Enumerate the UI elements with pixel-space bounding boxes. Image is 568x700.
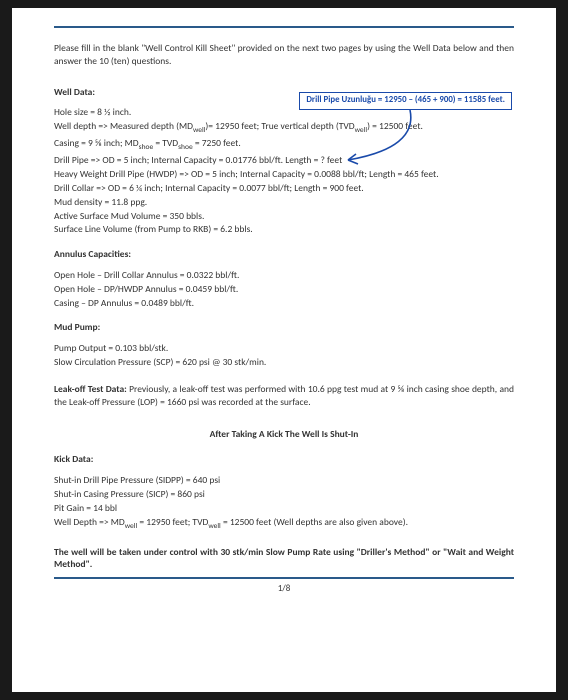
pump-heading: Mud Pump: — [54, 321, 514, 334]
page-number: 1/8 — [54, 583, 514, 595]
callout-box: Drill Pipe Uzunluğu = 12950 – (465 + 900… — [299, 92, 512, 110]
text: Well depth => Measured depth (MD — [54, 120, 193, 132]
text: = TVD — [153, 137, 178, 149]
mud-density: Mud density = 11.8 ppg. — [54, 196, 514, 209]
sub: well — [193, 126, 205, 135]
surface-line: Surface Line Volume (from Pump to RKB) =… — [54, 223, 514, 236]
leakoff-data: Leak-off Test Data: Previously, a leak-o… — [54, 383, 514, 409]
sub: shoe — [139, 143, 154, 152]
text: = 12950 feet; TVD — [137, 516, 208, 528]
annulus-l3: Casing – DP Annulus = 0.0489 bbl/ft. — [54, 297, 514, 310]
annulus-l1: Open Hole – Drill Collar Annulus = 0.032… — [54, 269, 514, 282]
top-rule — [54, 26, 514, 28]
annulus-l2: Open Hole – DP/HWDP Annulus = 0.0459 bbl… — [54, 283, 514, 296]
casing: Casing = 9 ⅝ inch; MDshoe = TVDshoe = 72… — [54, 137, 514, 153]
kick-l3: Pit Gain = 14 bbl — [54, 502, 514, 515]
leakoff-label: Leak-off Test Data: — [54, 383, 127, 395]
hwdp: Heavy Weight Drill Pipe (HWDP) => OD = 5… — [54, 168, 514, 181]
bottom-rule — [54, 577, 514, 579]
pump-l1: Pump Output = 0.103 bbl/stk. — [54, 342, 514, 355]
method-text: The well will be taken under control wit… — [54, 546, 514, 572]
text: )= 12950 feet; True vertical depth (TVD — [205, 120, 354, 132]
well-depth: Well depth => Measured depth (MDwell)= 1… — [54, 120, 514, 136]
pump-l2: Slow Circulation Pressure (SCP) = 620 ps… — [54, 356, 514, 369]
after-kick-heading: After Taking A Kick The Well Is Shut-In — [54, 428, 514, 441]
kick-l1: Shut-in Drill Pipe Pressure (SIDPP) = 64… — [54, 474, 514, 487]
text: = 7250 feet. — [193, 137, 241, 149]
kick-l4: Well Depth => MDwell = 12950 feet; TVDwe… — [54, 516, 514, 532]
sub: well — [355, 126, 367, 135]
kick-l2: Shut-in Casing Pressure (SICP) = 860 psi — [54, 488, 514, 501]
drill-pipe: Drill Pipe => OD = 5 inch; Internal Capa… — [54, 154, 514, 167]
sub: well — [125, 521, 137, 530]
intro-text: Please fill in the blank "Well Control K… — [54, 42, 514, 68]
text: ) = 12500 feet. — [367, 120, 423, 132]
active-surface: Active Surface Mud Volume = 350 bbls. — [54, 210, 514, 223]
sub: shoe — [178, 143, 193, 152]
kick-heading: Kick Data: — [54, 453, 514, 466]
text: = 12500 feet (Well depths are also given… — [221, 516, 408, 528]
sub: well — [208, 521, 220, 530]
document-page: Please fill in the blank "Well Control K… — [12, 8, 556, 692]
text: Casing = 9 ⅝ inch; MD — [54, 137, 139, 149]
text: Well Depth => MD — [54, 516, 125, 528]
drill-collar: Drill Collar => OD = 6 ¼ inch; Internal … — [54, 182, 514, 195]
annulus-heading: Annulus Capacities: — [54, 248, 514, 261]
